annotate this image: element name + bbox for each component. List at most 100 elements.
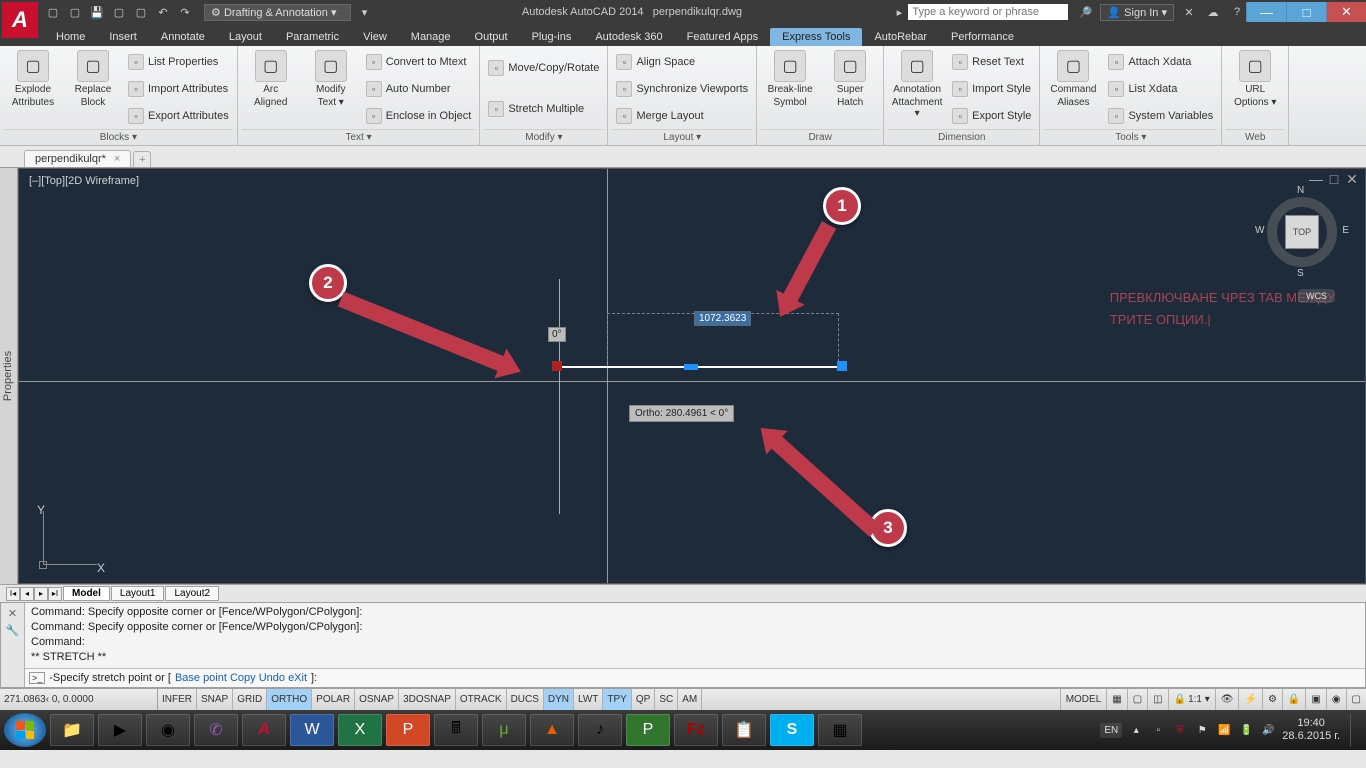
ribbon-item[interactable]: ▫Enclose in Object — [362, 107, 476, 125]
volume-icon[interactable]: 🔊 — [1260, 722, 1276, 738]
layout-tab-layout2[interactable]: Layout2 — [165, 586, 219, 601]
vp-minimize-icon[interactable]: — — [1309, 173, 1323, 187]
filezilla-icon[interactable]: Fz — [674, 714, 718, 746]
ribbon-tab-plug-ins[interactable]: Plug-ins — [520, 28, 584, 46]
save-icon[interactable]: 💾 — [88, 3, 106, 21]
ribbon-item[interactable]: ▫Import Attributes — [124, 80, 233, 98]
ribbon-item[interactable]: ▫List Xdata — [1104, 80, 1217, 98]
ribbon-tab-layout[interactable]: Layout — [217, 28, 274, 46]
annotation-scale[interactable]: 🔒 1:1 ▾ — [1168, 689, 1215, 710]
vp-maximize-icon[interactable]: □ — [1327, 173, 1341, 187]
show-desktop-button[interactable] — [1350, 714, 1358, 746]
selected-line[interactable] — [557, 366, 847, 368]
grip-end[interactable] — [837, 361, 847, 371]
status-viewport-icon[interactable]: ◫ — [1147, 689, 1167, 710]
ribbon-button[interactable]: ▢ModifyText ▾ — [302, 48, 360, 129]
wcs-badge[interactable]: WCS — [1298, 289, 1335, 303]
grip-mid[interactable] — [684, 364, 698, 370]
status-toggle-lwt[interactable]: LWT — [574, 689, 603, 710]
layout-prev-icon[interactable]: ◂ — [20, 587, 34, 601]
status-toggle-ortho[interactable]: ORTHO — [267, 689, 312, 710]
status-grid-icon[interactable]: ▦ — [1106, 689, 1126, 710]
status-toggle-sc[interactable]: SC — [655, 689, 678, 710]
status-layout-icon[interactable]: ▢ — [1127, 689, 1147, 710]
word-icon[interactable]: W — [290, 714, 334, 746]
skype-icon[interactable]: S — [770, 714, 814, 746]
panel-title[interactable]: Tools ▾ — [1044, 129, 1217, 145]
ribbon-item[interactable]: ▫Stretch Multiple — [484, 100, 603, 118]
layout-next-icon[interactable]: ▸ — [34, 587, 48, 601]
ribbon-tab-autorebar[interactable]: AutoRebar — [862, 28, 939, 46]
ribbon-button[interactable]: ▢ExplodeAttributes — [4, 48, 62, 129]
ribbon-button[interactable]: ▢Break-lineSymbol — [761, 48, 819, 129]
project-icon[interactable]: P — [626, 714, 670, 746]
maximize-button[interactable]: □ — [1286, 2, 1326, 22]
ribbon-button[interactable]: ▢ReplaceBlock — [64, 48, 122, 129]
network-icon[interactable]: 📶 — [1216, 722, 1232, 738]
viber-icon[interactable]: ✆ — [194, 714, 238, 746]
layout-tab-layout1[interactable]: Layout1 — [111, 586, 165, 601]
panel-title[interactable]: Dimension — [888, 129, 1035, 145]
ribbon-tab-annotate[interactable]: Annotate — [149, 28, 217, 46]
help-icon[interactable]: ? — [1228, 3, 1246, 21]
dyn-angle-box[interactable]: 0° — [548, 327, 566, 342]
notes-icon[interactable]: 📋 — [722, 714, 766, 746]
misc-task-icon[interactable]: ▦ — [818, 714, 862, 746]
vp-close-icon[interactable]: ✕ — [1345, 173, 1359, 187]
open-icon[interactable]: ▢ — [66, 3, 84, 21]
status-toggle-qp[interactable]: QP — [632, 689, 655, 710]
ribbon-item[interactable]: ▫Merge Layout — [612, 107, 752, 125]
viewport-label[interactable]: [–][Top][2D Wireframe] — [29, 175, 139, 187]
media-icon[interactable]: ▶ — [98, 714, 142, 746]
ribbon-item[interactable]: ▫Auto Number — [362, 80, 476, 98]
annotation-vis-icon[interactable]: 👁 — [1215, 689, 1239, 710]
ribbon-tab-express-tools[interactable]: Express Tools — [770, 28, 862, 46]
ribbon-button[interactable]: ▢URLOptions ▾ — [1226, 48, 1284, 129]
ribbon-item[interactable]: ▫Move/Copy/Rotate — [484, 59, 603, 77]
layout-tab-model[interactable]: Model — [63, 586, 110, 601]
ribbon-item[interactable]: ▫Import Style — [948, 80, 1035, 98]
panel-title[interactable]: Text ▾ — [242, 129, 476, 145]
vlc-icon[interactable]: ▲ — [530, 714, 574, 746]
status-toggle-3dosnap[interactable]: 3DOSNAP — [399, 689, 456, 710]
layout-first-icon[interactable]: I◂ — [6, 587, 20, 601]
panel-title[interactable]: Modify ▾ — [484, 129, 603, 145]
status-toggle-otrack[interactable]: OTRACK — [456, 689, 507, 710]
tray-icon[interactable]: ▫ — [1150, 722, 1166, 738]
ribbon-item[interactable]: ▫Attach Xdata — [1104, 53, 1217, 71]
language-indicator[interactable]: EN — [1100, 723, 1122, 738]
redo-icon[interactable]: ↷ — [176, 3, 194, 21]
clock[interactable]: 19:40 28.6.2015 г. — [1282, 717, 1340, 743]
properties-palette-tab[interactable]: Properties — [0, 168, 18, 584]
status-toggle-ducs[interactable]: DUCS — [507, 689, 544, 710]
model-space-toggle[interactable]: MODEL — [1060, 689, 1107, 710]
ribbon-item[interactable]: ▫List Properties — [124, 53, 233, 71]
status-toggle-polar[interactable]: POLAR — [312, 689, 355, 710]
ribbon-tab-manage[interactable]: Manage — [399, 28, 463, 46]
undo-icon[interactable]: ↶ — [154, 3, 172, 21]
annotation-auto-icon[interactable]: ⚡ — [1238, 689, 1261, 710]
file-tab[interactable]: perpendikulqr*× — [24, 150, 131, 167]
ribbon-tab-home[interactable]: Home — [44, 28, 97, 46]
powerpoint-icon[interactable]: P — [386, 714, 430, 746]
panel-title[interactable]: Layout ▾ — [612, 129, 752, 145]
ribbon-item[interactable]: ▫Align Space — [612, 53, 752, 71]
close-button[interactable]: ✕ — [1326, 2, 1366, 22]
search-input[interactable] — [908, 4, 1068, 20]
status-toggle-snap[interactable]: SNAP — [197, 689, 233, 710]
viewcube-west[interactable]: W — [1255, 225, 1264, 236]
chrome-icon[interactable]: ◉ — [146, 714, 190, 746]
ribbon-tab-featured-apps[interactable]: Featured Apps — [675, 28, 771, 46]
new-icon[interactable]: ▢ — [44, 3, 62, 21]
panel-title[interactable]: Blocks ▾ — [4, 129, 233, 145]
viewcube-face[interactable]: TOP — [1285, 215, 1319, 249]
excel-icon[interactable]: X — [338, 714, 382, 746]
layout-last-icon[interactable]: ▸I — [48, 587, 62, 601]
itunes-icon[interactable]: ♪ — [578, 714, 622, 746]
ribbon-item[interactable]: ▫Convert to Mtext — [362, 53, 476, 71]
start-button[interactable] — [4, 713, 46, 747]
sign-in-button[interactable]: 👤 Sign In ▾ — [1100, 4, 1174, 21]
binoculars-icon[interactable]: 🔎 — [1076, 3, 1094, 21]
workspace-switch-icon[interactable]: ⚙ — [1262, 689, 1282, 710]
explorer-icon[interactable]: 📁 — [50, 714, 94, 746]
